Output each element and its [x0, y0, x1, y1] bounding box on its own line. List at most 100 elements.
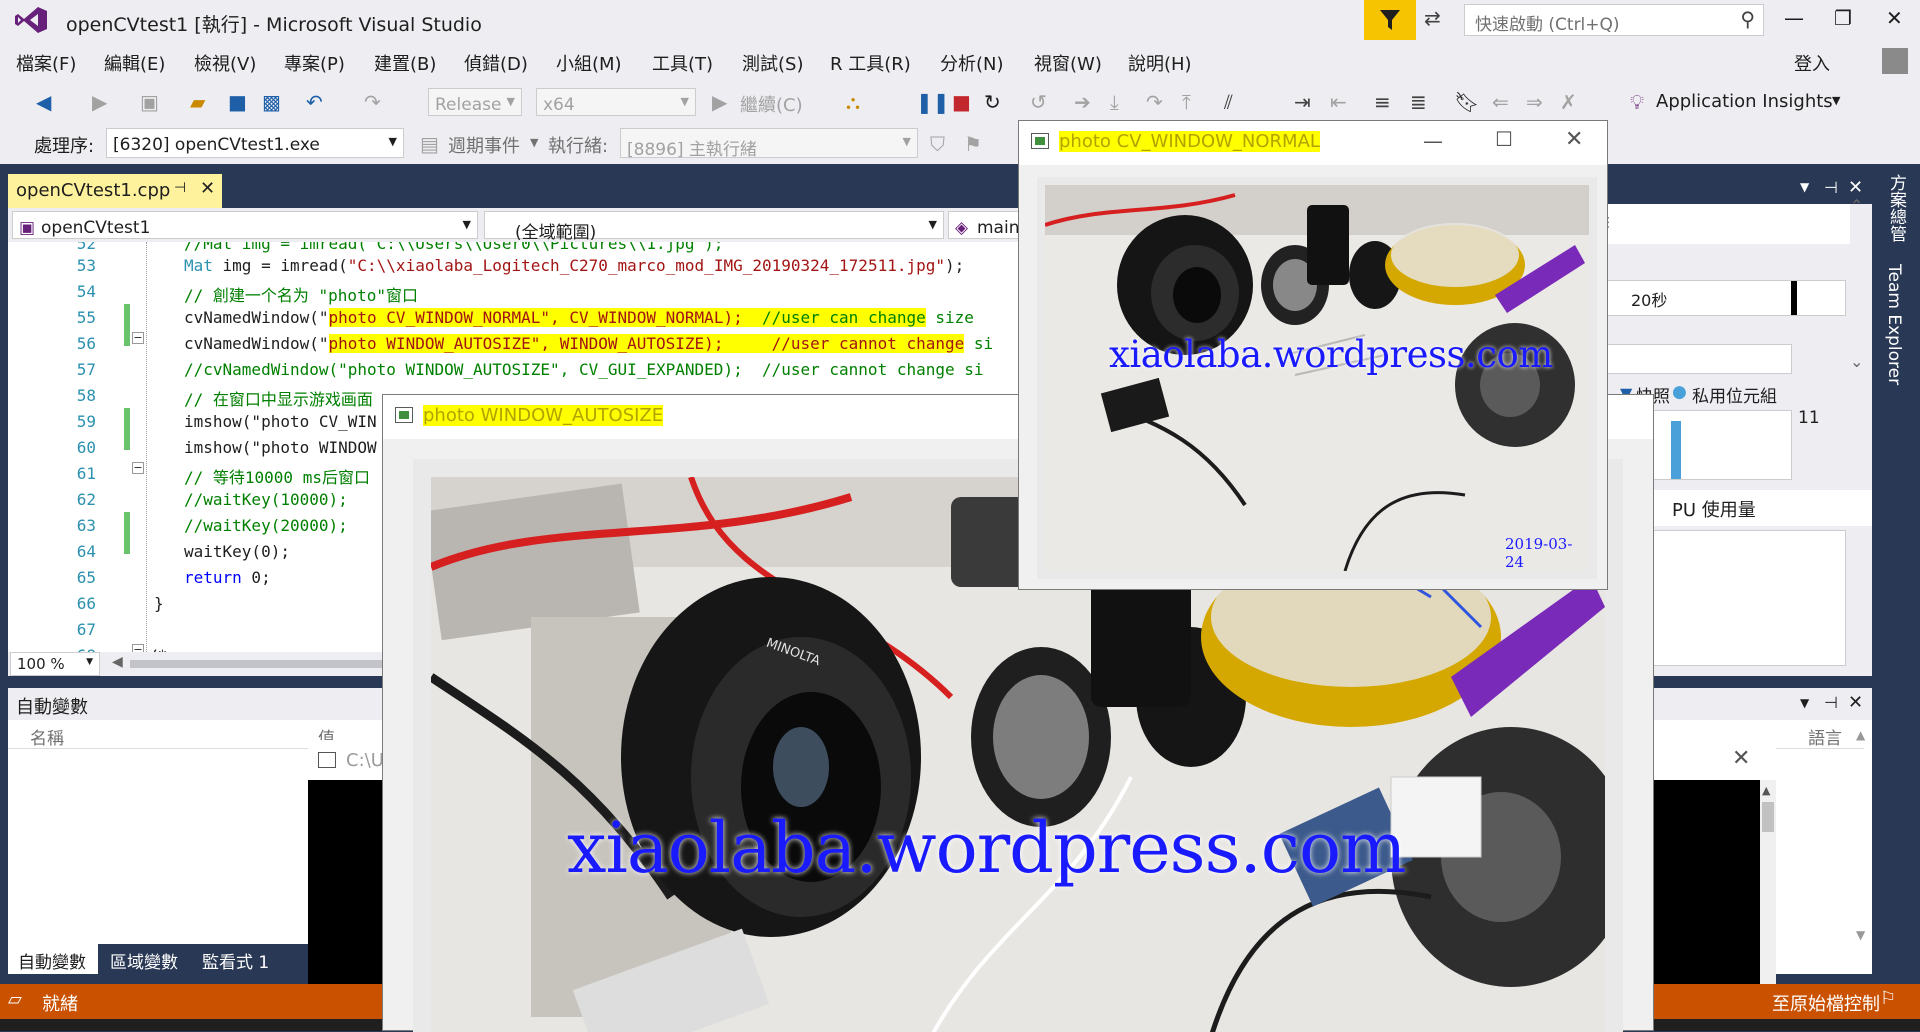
account-avatar-icon[interactable] — [1882, 48, 1908, 74]
tab-opencvtest1-cpp[interactable]: openCVtest1.cpp ⊣ ✕ — [8, 174, 222, 208]
minimize-button[interactable]: — — [1784, 6, 1804, 30]
menu-r-tools[interactable]: R 工具(R) — [830, 50, 911, 76]
pin-icon[interactable]: ⊣ — [174, 180, 186, 196]
prev-bookmark-icon[interactable]: ⇐ — [1492, 90, 1509, 114]
next-bookmark-icon[interactable]: ⇒ — [1526, 90, 1543, 114]
indent-icon[interactable]: ⇥ — [1294, 90, 1311, 114]
column-language[interactable]: 語言 — [1808, 724, 1842, 749]
continue-button[interactable]: 繼續(C) — [740, 91, 803, 117]
show-next-statement-icon[interactable]: ➔ — [1074, 90, 1091, 114]
close-panel-icon[interactable]: ✕ — [1848, 692, 1863, 713]
new-project-icon[interactable]: ▣ — [140, 90, 159, 114]
normal-watermark: xiaolaba.wordpress.com — [1109, 333, 1553, 376]
menu-team[interactable]: 小組(M) — [556, 50, 622, 76]
menu-window[interactable]: 視窗(W) — [1034, 50, 1102, 76]
scroll-up-icon[interactable]: ▲ — [1762, 784, 1770, 797]
collapse-icon[interactable]: − — [132, 332, 144, 344]
save-all-icon[interactable]: ▩ — [262, 90, 281, 114]
pin-icon[interactable]: ⊣ — [1824, 178, 1838, 197]
scroll-up-icon[interactable]: ▲ — [1856, 728, 1865, 742]
filter-threads-icon[interactable]: ⛉ — [930, 132, 945, 156]
uncomment-icon[interactable]: ≣ — [1410, 90, 1427, 114]
member-select[interactable]: ◈ main( — [948, 211, 1028, 239]
solution-explorer-tab[interactable]: 方案總管 — [1884, 174, 1909, 242]
lifecycle-events-button[interactable]: 週期事件 — [448, 132, 520, 158]
clear-bookmarks-icon[interactable]: ✗ — [1560, 90, 1577, 114]
application-insights-button[interactable]: Application Insights — [1656, 91, 1833, 112]
tab-watch-1[interactable]: 監看式 1 — [202, 948, 269, 973]
chevron-down-icon[interactable]: ▼ — [530, 136, 538, 149]
process-select[interactable]: [6320] openCVtest1.exe ▼ — [106, 128, 404, 158]
restore-button[interactable]: ❐ — [1834, 6, 1852, 30]
stop-debugging-icon[interactable]: ■ — [952, 90, 971, 114]
menu-test[interactable]: 測試(S) — [742, 50, 803, 76]
menu-project[interactable]: 專案(P) — [284, 50, 345, 76]
back-icon[interactable]: ◀ — [36, 90, 51, 114]
column-name[interactable]: 名稱 — [30, 724, 64, 749]
menu-debug[interactable]: 偵錯(D) — [464, 50, 528, 76]
close-panel-icon[interactable]: ✕ — [1848, 177, 1863, 198]
save-icon[interactable]: ■ — [228, 90, 247, 114]
minimize-button[interactable]: — — [1423, 129, 1443, 153]
opencv-normal-window[interactable]: photo CV_WINDOW_NORMAL — ☐ ✕ xiaolaba.wo… — [1018, 120, 1608, 590]
restart-icon[interactable]: ↻ — [984, 90, 1001, 114]
collapse-icon[interactable]: − — [132, 462, 144, 474]
forward-icon[interactable]: ▶ — [92, 90, 107, 114]
feedback-filter-button[interactable] — [1364, 0, 1416, 40]
scroll-thumb[interactable] — [1762, 802, 1774, 832]
live-share-icon[interactable]: ⇄ — [1424, 6, 1441, 30]
close-button[interactable]: ✕ — [1886, 6, 1903, 30]
find-icon[interactable]: ⛬ — [846, 90, 860, 114]
thread-icon[interactable]: ⫽ — [1224, 90, 1233, 114]
menu-file[interactable]: 檔案(F) — [16, 50, 76, 76]
scroll-up-icon[interactable]: ⌃ — [1850, 196, 1863, 215]
flag-threads-icon[interactable]: ⚑ — [964, 132, 982, 156]
sign-in-link[interactable]: 登入 — [1794, 50, 1830, 76]
break-all-icon[interactable]: ❚❚ — [916, 90, 950, 114]
maximize-button[interactable]: ☐ — [1495, 127, 1513, 151]
close-button[interactable]: ✕ — [1565, 127, 1583, 152]
team-explorer-tab[interactable]: Team Explorer — [1884, 264, 1904, 385]
tab-autos[interactable]: 自動變數 — [8, 944, 98, 974]
source-control-button[interactable]: 至原始檔控制 — [1772, 990, 1880, 1016]
pin-icon[interactable]: ⊣ — [1824, 693, 1838, 712]
comment-icon[interactable]: ≡ — [1374, 90, 1391, 114]
menu-analyze[interactable]: 分析(N) — [940, 50, 1004, 76]
step-into-icon[interactable]: ⤓ — [1110, 90, 1119, 114]
bottom-tab-strip: 自動變數 區域變數 監看式 1 — [8, 944, 308, 974]
menu-tools[interactable]: 工具(T) — [652, 50, 713, 76]
project-select[interactable]: ▣ openCVtest1 ▼ — [12, 211, 478, 239]
scroll-down-icon[interactable]: ⌄ — [1850, 352, 1863, 371]
configuration-select[interactable]: Release ▼ — [428, 88, 522, 116]
tab-locals[interactable]: 區域變數 — [110, 948, 178, 973]
undo-icon[interactable]: ↶ — [306, 90, 323, 114]
menu-view[interactable]: 檢視(V) — [194, 50, 256, 76]
chevron-down-icon[interactable]: ▼ — [1832, 94, 1840, 107]
scroll-down-icon[interactable]: ▼ — [1856, 928, 1865, 942]
outdent-icon[interactable]: ⇤ — [1330, 90, 1347, 114]
zoom-select[interactable]: 100 % ▼ — [10, 652, 100, 676]
platform-select[interactable]: x64 ▼ — [536, 88, 696, 116]
scroll-left-icon[interactable]: ◀ — [112, 654, 123, 670]
menu-edit[interactable]: 編輯(E) — [104, 50, 165, 76]
notification-icon[interactable]: ⚐ — [1880, 988, 1896, 1009]
chevron-down-icon[interactable]: ▼ — [1800, 180, 1809, 194]
horizontal-scrollbar[interactable] — [130, 660, 390, 668]
bookmark-icon[interactable]: 🔖︎ — [1454, 90, 1479, 114]
lifecycle-icon: ▤ — [420, 132, 439, 156]
menu-help[interactable]: 說明(H) — [1128, 50, 1192, 76]
step-out-icon[interactable]: ⤒ — [1182, 90, 1191, 114]
continue-icon[interactable]: ▶ — [712, 90, 727, 114]
open-folder-icon[interactable]: ▰ — [190, 90, 205, 114]
quick-launch-input[interactable]: 快速啟動 (Ctrl+Q) ⚲ — [1464, 4, 1764, 36]
hot-reload-icon[interactable]: ↺ — [1030, 90, 1047, 114]
chevron-down-icon: ▼ — [680, 95, 689, 108]
chevron-down-icon[interactable]: ▼ — [1800, 696, 1809, 710]
step-over-icon[interactable]: ↷ — [1146, 90, 1163, 114]
close-tab-icon[interactable]: ✕ — [200, 178, 215, 199]
redo-icon[interactable]: ↷ — [364, 90, 381, 114]
menu-build[interactable]: 建置(B) — [374, 50, 436, 76]
console-close-button[interactable]: ✕ — [1732, 746, 1750, 771]
thread-select[interactable]: [8896] 主執行緒 ▼ — [620, 128, 918, 160]
scope-select[interactable]: (全域範圍) ▼ — [484, 211, 944, 243]
